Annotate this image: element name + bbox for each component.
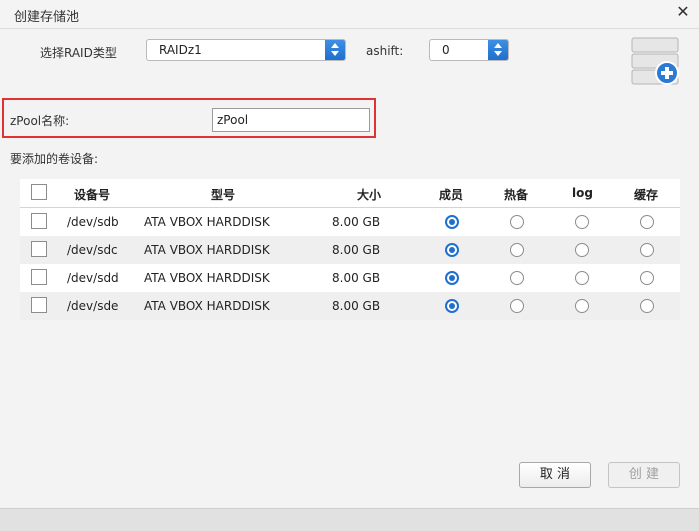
header-hotspare: 热备 (504, 188, 529, 202)
ashift-spinner[interactable] (488, 40, 508, 60)
chevron-up-icon (331, 43, 339, 48)
device-cell: /dev/sdb (67, 215, 119, 229)
chevron-down-icon (331, 51, 339, 56)
create-pool-dialog: 创建存储池 ✕ 选择RAID类型 RAIDz1 ashift: 0 zPool名… (0, 0, 699, 531)
cache-radio[interactable] (640, 215, 654, 229)
header-member: 成员 (439, 188, 464, 202)
raid-type-label: 选择RAID类型 (40, 46, 117, 60)
device-cell: /dev/sde (67, 299, 119, 313)
table-row: /dev/sdb ATA VBOX HARDDISK 8.00 GB (20, 208, 680, 236)
size-cell: 8.00 GB (332, 215, 381, 229)
ashift-select[interactable]: 0 (429, 39, 509, 61)
model-cell: ATA VBOX HARDDISK (144, 243, 270, 257)
status-bar (0, 508, 699, 531)
title-bar: 创建存储池 ✕ (0, 0, 699, 29)
size-cell: 8.00 GB (332, 271, 381, 285)
raid-type-select[interactable]: RAIDz1 (146, 39, 346, 61)
table-row: /dev/sdc ATA VBOX HARDDISK 8.00 GB (20, 236, 680, 264)
hotspare-radio[interactable] (510, 299, 524, 313)
create-button[interactable]: 创 建 (608, 462, 680, 488)
member-radio[interactable] (445, 299, 459, 313)
device-table: 设备号 型号 大小 成员 热备 log 缓存 /dev/sdb ATA VBOX… (20, 179, 680, 320)
table-row: /dev/sde ATA VBOX HARDDISK 8.00 GB (20, 292, 680, 320)
hotspare-radio[interactable] (510, 215, 524, 229)
size-cell: 8.00 GB (332, 299, 381, 313)
header-device: 设备号 (74, 188, 111, 202)
zpool-name-label: zPool名称: (10, 114, 70, 128)
chevron-down-icon (494, 51, 502, 56)
row-checkbox[interactable] (31, 213, 47, 229)
device-cell: /dev/sdc (67, 243, 118, 257)
table-header: 设备号 型号 大小 成员 热备 log 缓存 (20, 179, 680, 208)
raid-type-spinner[interactable] (325, 40, 345, 60)
model-cell: ATA VBOX HARDDISK (144, 299, 270, 313)
cache-radio[interactable] (640, 243, 654, 257)
row-checkbox[interactable] (31, 241, 47, 257)
model-cell: ATA VBOX HARDDISK (144, 215, 270, 229)
header-model: 型号 (211, 188, 236, 202)
header-size: 大小 (357, 188, 382, 202)
select-all-checkbox[interactable] (31, 184, 47, 200)
zpool-name-input[interactable] (212, 108, 370, 132)
header-cache: 缓存 (634, 188, 659, 202)
model-cell: ATA VBOX HARDDISK (144, 271, 270, 285)
header-log: log (572, 186, 593, 200)
close-icon[interactable]: ✕ (675, 3, 691, 21)
cancel-button[interactable]: 取 消 (519, 462, 591, 488)
devices-label: 要添加的卷设备: (10, 152, 99, 166)
member-radio[interactable] (445, 215, 459, 229)
ashift-label: ashift: (366, 44, 404, 58)
log-radio[interactable] (575, 243, 589, 257)
size-cell: 8.00 GB (332, 243, 381, 257)
ashift-value: 0 (442, 43, 450, 57)
raid-type-value: RAIDz1 (159, 43, 202, 57)
chevron-up-icon (494, 43, 502, 48)
zpool-name-section: zPool名称: (2, 98, 376, 138)
log-radio[interactable] (575, 215, 589, 229)
hotspare-radio[interactable] (510, 243, 524, 257)
device-cell: /dev/sdd (67, 271, 119, 285)
cache-radio[interactable] (640, 299, 654, 313)
database-add-icon (631, 37, 679, 85)
log-radio[interactable] (575, 299, 589, 313)
member-radio[interactable] (445, 243, 459, 257)
table-row: /dev/sdd ATA VBOX HARDDISK 8.00 GB (20, 264, 680, 292)
row-checkbox[interactable] (31, 297, 47, 313)
log-radio[interactable] (575, 271, 589, 285)
hotspare-radio[interactable] (510, 271, 524, 285)
cache-radio[interactable] (640, 271, 654, 285)
dialog-title: 创建存储池 (14, 10, 80, 25)
row-checkbox[interactable] (31, 269, 47, 285)
member-radio[interactable] (445, 271, 459, 285)
